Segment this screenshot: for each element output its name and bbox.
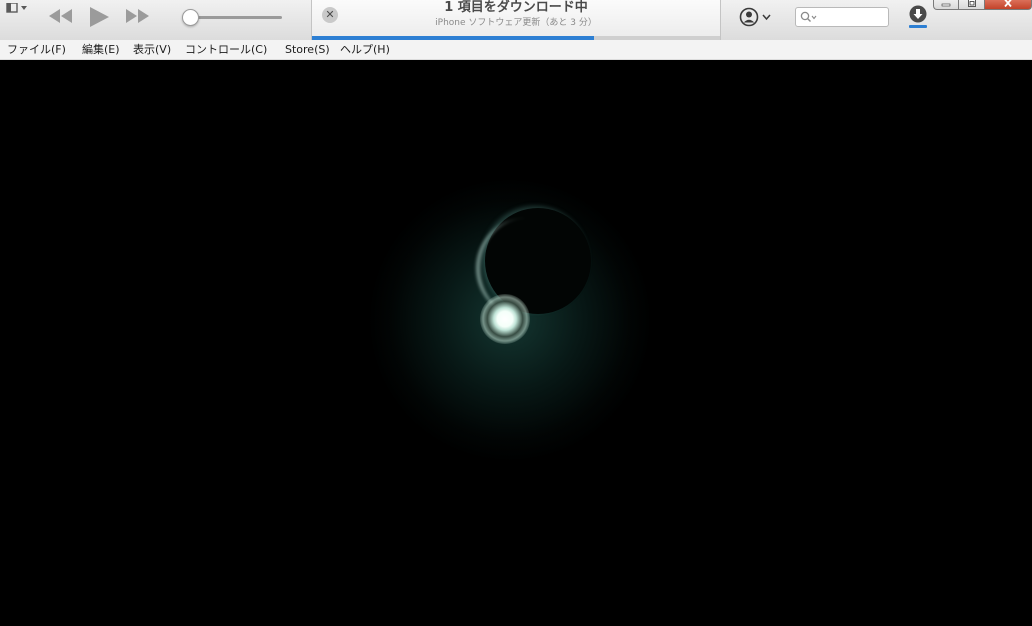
status-display: ✕ 1 項目をダウンロード中 iPhone ソフトウェア更新（あと 3 分）: [311, 0, 721, 40]
menu-store[interactable]: Store(S): [285, 43, 330, 57]
downloads-button[interactable]: [908, 5, 928, 29]
restore-button[interactable]: [959, 0, 985, 10]
fast-forward-icon: [126, 9, 149, 23]
play-button[interactable]: [88, 5, 110, 33]
rewind-icon: [49, 9, 72, 23]
sidebar-toggle-icon: [6, 2, 27, 13]
search-input[interactable]: [818, 9, 884, 25]
download-icon: [909, 5, 927, 23]
toolbar: ✕ 1 項目をダウンロード中 iPhone ソフトウェア更新（あと 3 分）: [0, 0, 1032, 41]
download-status-title: 1 項目をダウンロード中: [444, 0, 588, 15]
menu-view[interactable]: 表示(V): [133, 43, 171, 57]
minimize-icon: [941, 3, 951, 7]
menu-controls[interactable]: コントロール(C): [185, 43, 267, 57]
next-button[interactable]: [124, 6, 150, 30]
sidebar-toggle-button[interactable]: [6, 0, 32, 13]
menu-file[interactable]: ファイル(F): [7, 43, 66, 57]
close-window-icon: [1004, 0, 1012, 7]
menu-help[interactable]: ヘルプ(H): [340, 43, 390, 57]
search-box[interactable]: [795, 7, 889, 27]
minimize-button[interactable]: [933, 0, 959, 10]
download-status-subtitle: iPhone ソフトウェア更新（あと 3 分）: [435, 18, 597, 28]
volume-track: [186, 16, 282, 19]
menu-edit[interactable]: 編集(E): [82, 43, 120, 57]
account-icon: [739, 7, 771, 27]
close-window-button[interactable]: [985, 0, 1032, 10]
download-activity-indicator: [909, 25, 927, 28]
menu-bar: ファイル(F) 編集(E) 表示(V) コントロール(C) Store(S) ヘ…: [0, 40, 1032, 60]
search-icon: [800, 11, 817, 22]
previous-button[interactable]: [48, 6, 74, 30]
video-display[interactable]: [0, 60, 1032, 626]
play-icon: [90, 7, 109, 27]
volume-knob[interactable]: [182, 9, 199, 26]
restore-icon: [967, 0, 976, 7]
volume-slider[interactable]: [182, 9, 282, 26]
account-button[interactable]: [739, 7, 773, 27]
bright-light-spot: [480, 294, 530, 344]
